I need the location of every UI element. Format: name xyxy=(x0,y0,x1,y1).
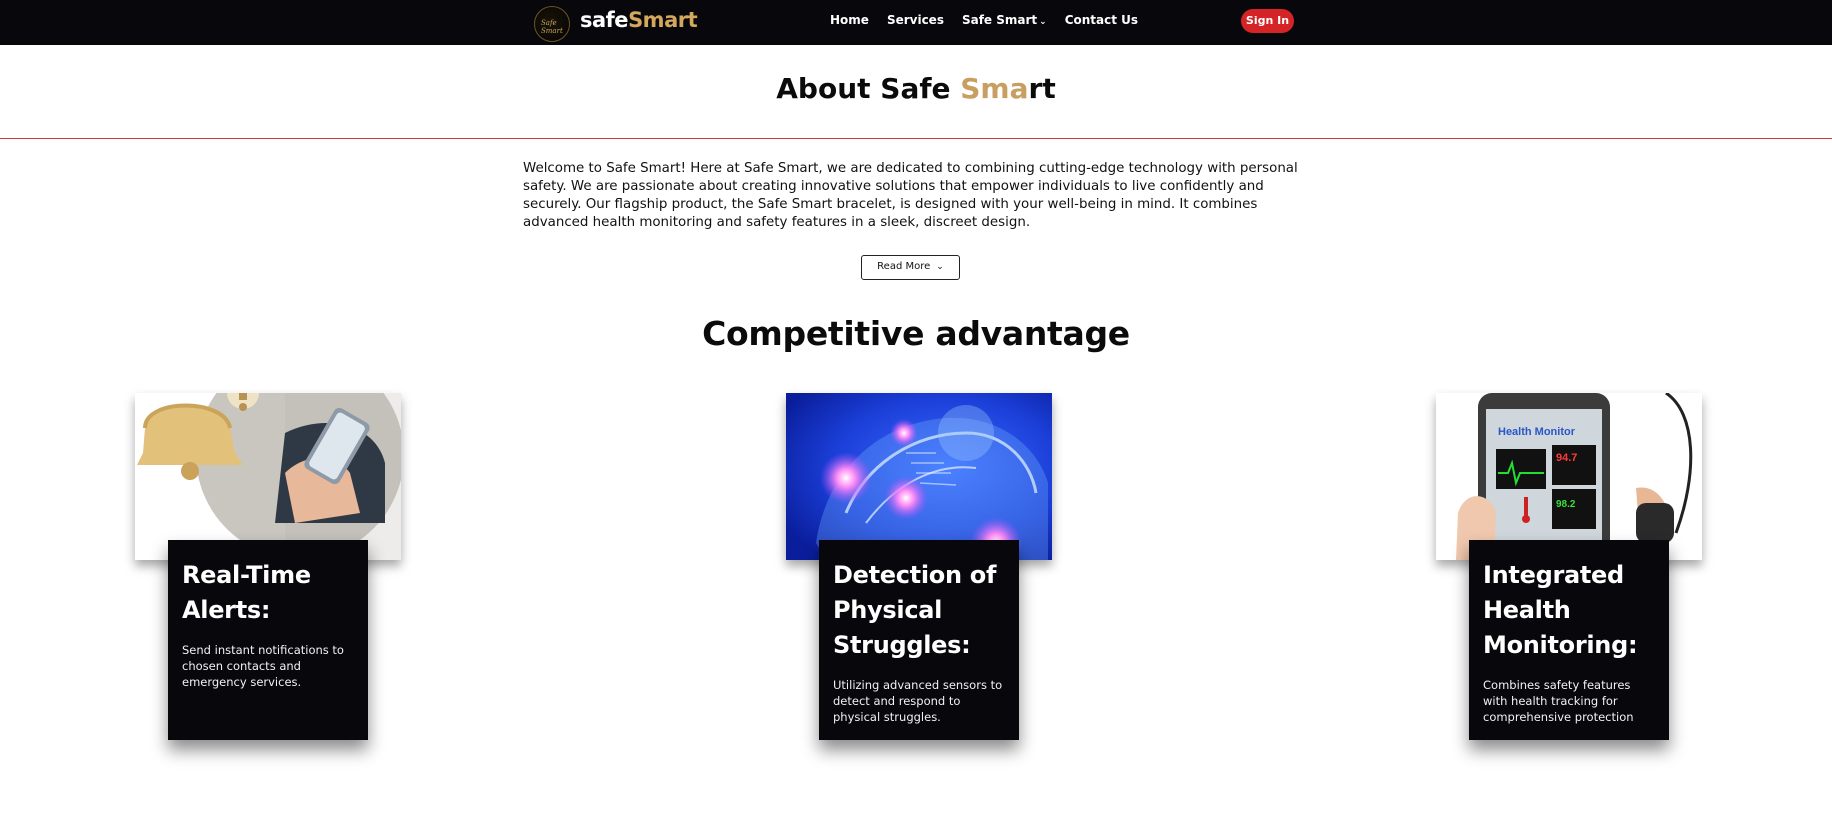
card-real-time-alerts[interactable]: Real-Time Alerts: Send instant notificat… xyxy=(168,540,368,740)
nav-link-home[interactable]: Home xyxy=(830,13,869,27)
nav-link-services[interactable]: Services xyxy=(887,13,944,27)
card-description: Utilizing advanced sensors to detect and… xyxy=(833,678,1003,724)
about-title-part-1: About Safe xyxy=(776,72,961,105)
struggles-image xyxy=(786,393,1052,560)
brand-logo[interactable]: Safe Smart xyxy=(534,6,570,42)
reading-1: 94.7 xyxy=(1556,452,1577,464)
section-divider xyxy=(0,138,1832,139)
about-title-part-3: rt xyxy=(1028,72,1056,105)
card-title: Real-Time Alerts: xyxy=(182,561,311,624)
reading-2: 98.2 xyxy=(1556,499,1576,510)
health-monitor-image: Health Monitor 94.7 98.2 xyxy=(1436,393,1702,560)
about-title-part-2: Sma xyxy=(960,72,1029,105)
chevron-down-icon: ⌄ xyxy=(1039,17,1047,27)
about-title: About Safe Smart xyxy=(0,72,1832,105)
card-physical-struggles[interactable]: Detection of Physical Struggles: Utilizi… xyxy=(819,540,1019,740)
read-more-label: Read More xyxy=(877,261,931,272)
card-health-monitoring[interactable]: Integrated Health Monitoring: Combines s… xyxy=(1469,540,1669,740)
card-title: Integrated Health Monitoring: xyxy=(1483,561,1638,659)
sign-in-button[interactable]: Sign In xyxy=(1241,9,1294,33)
body-scan-illustration xyxy=(786,393,1052,560)
phone-hands-illustration xyxy=(135,393,401,560)
logo-text: Safe Smart xyxy=(541,19,563,35)
competitive-advantage-title: Competitive advantage xyxy=(702,314,1130,353)
nav-dropdown-safe-smart[interactable]: Safe Smart ⌄ xyxy=(962,13,1047,27)
brand-part-1: safe xyxy=(580,8,629,32)
monitor-title: Health Monitor xyxy=(1498,426,1576,438)
alerts-image xyxy=(135,393,401,560)
nav-link-contact[interactable]: Contact Us xyxy=(1065,13,1138,27)
nav-links: Home Services Safe Smart ⌄ Contact Us xyxy=(830,13,1156,27)
brand-part-2: Smart xyxy=(628,8,698,32)
card-description: Send instant notifications to chosen con… xyxy=(182,643,344,689)
card-title: Detection of Physical Struggles: xyxy=(833,561,997,659)
chevron-down-icon: ⌄ xyxy=(936,262,944,272)
about-paragraph: Welcome to Safe Smart! Here at Safe Smar… xyxy=(523,161,1298,230)
top-nav: Safe Smart safeSmart Home Services Safe … xyxy=(0,0,1832,45)
read-more-button[interactable]: Read More ⌄ xyxy=(861,255,960,280)
card-description: Combines safety features with health tra… xyxy=(1483,678,1634,724)
nav-dropdown-label: Safe Smart xyxy=(961,13,1038,27)
health-monitor-device-illustration: Health Monitor 94.7 98.2 xyxy=(1436,393,1702,560)
brand-name[interactable]: safeSmart xyxy=(580,8,698,32)
